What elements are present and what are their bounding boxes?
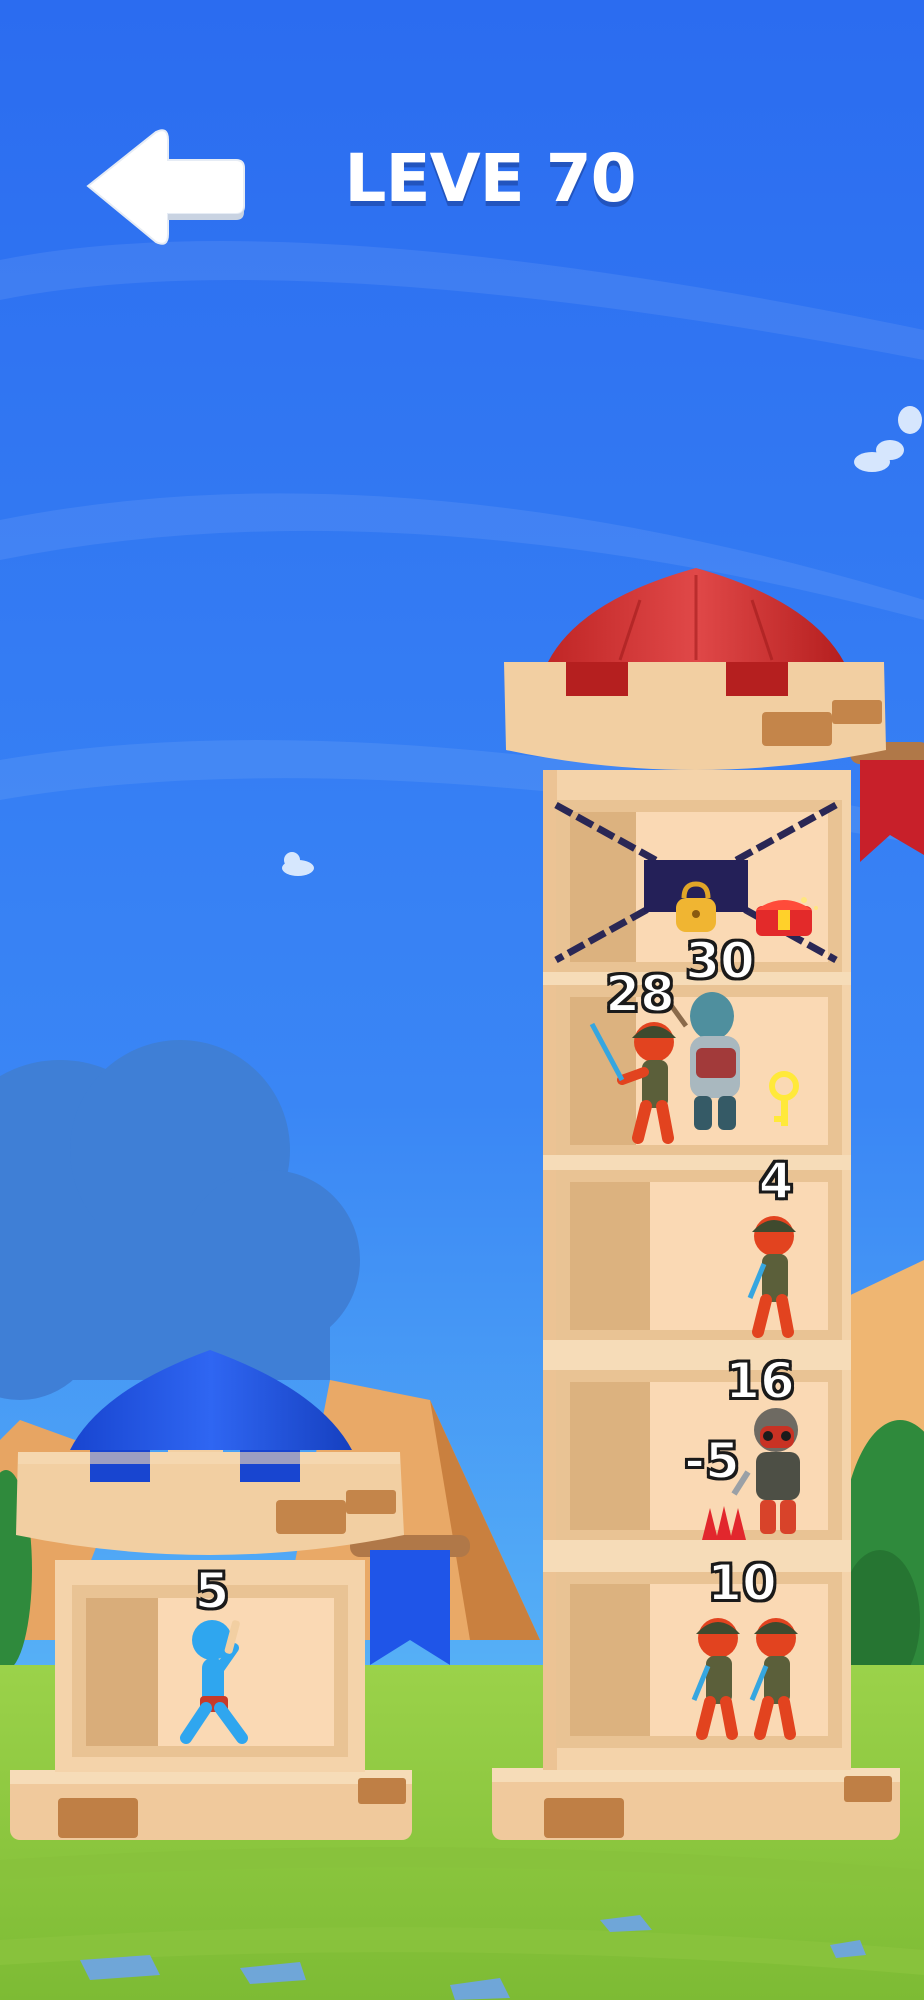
back-button[interactable] [88, 128, 248, 246]
level-title: LEVE 70 [344, 140, 636, 217]
enemy-floor-1-locked[interactable] [556, 800, 842, 972]
enemy-floor-3[interactable] [556, 1170, 842, 1340]
enemy-floor-5[interactable] [556, 1572, 842, 1748]
enemy-floor-2[interactable] [556, 985, 842, 1155]
enemy-floor-4[interactable] [556, 1370, 842, 1540]
hero-power-label: 5 [194, 1561, 231, 1621]
